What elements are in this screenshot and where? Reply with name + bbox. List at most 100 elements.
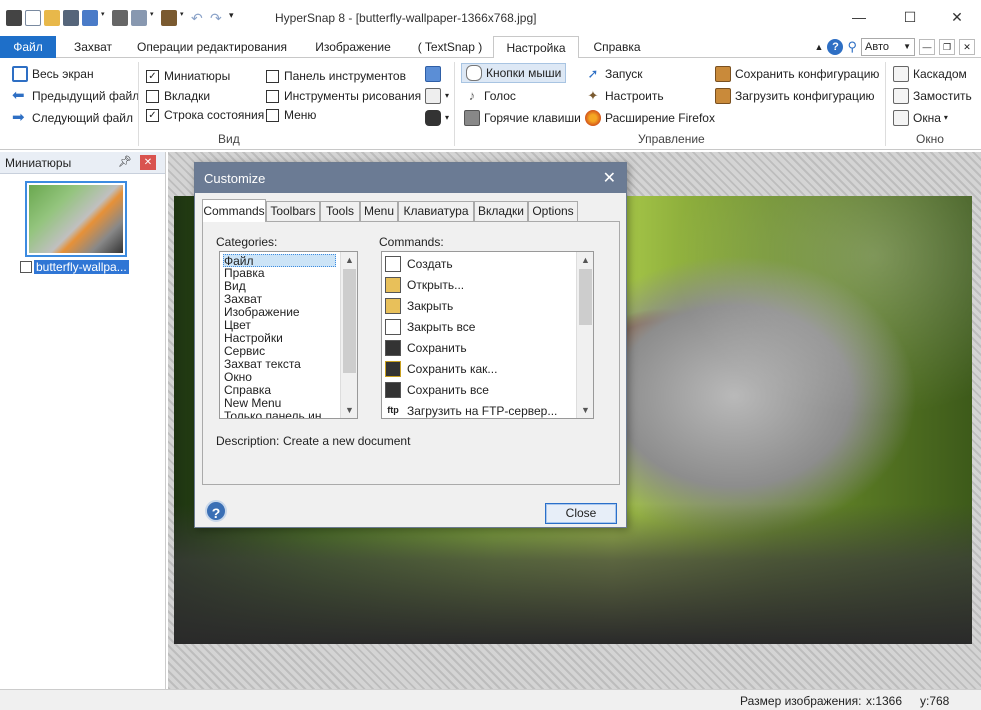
group-label-manage: Управление bbox=[638, 132, 705, 146]
view-check-statusbar[interactable]: ✓ Строка состояния bbox=[146, 105, 264, 125]
app-camera-icon[interactable] bbox=[6, 10, 22, 26]
commands-list[interactable]: Создать Открыть... Закрыть Закрыть все С… bbox=[381, 251, 594, 419]
tabs-right-tools: ▲ ? ⚲ Авто ▼ — ❐ ✕ bbox=[815, 38, 975, 56]
commands-scrollbar[interactable]: ▲ ▼ bbox=[576, 252, 593, 418]
tab-textsnap[interactable]: ( TextSnap ) bbox=[408, 36, 492, 58]
command-item[interactable]: Сохранить bbox=[385, 337, 467, 358]
thumbnail-checkbox[interactable] bbox=[20, 261, 32, 273]
minimize-button[interactable]: — bbox=[844, 6, 874, 28]
collapse-ribbon-icon[interactable]: ▲ bbox=[815, 42, 824, 52]
clipboard-icon[interactable] bbox=[161, 10, 177, 26]
view-layout-button[interactable]: ▾ bbox=[425, 86, 449, 106]
view-check-drawing-tools[interactable]: Инструменты рисования bbox=[266, 86, 421, 106]
customize-button[interactable]: ✦ Настроить bbox=[585, 86, 664, 106]
new-icon[interactable] bbox=[25, 10, 41, 26]
mdi-close-button[interactable]: ✕ bbox=[959, 39, 975, 55]
view-check-toolbar[interactable]: Панель инструментов bbox=[266, 66, 406, 86]
tab-edit[interactable]: Операции редактирования bbox=[128, 36, 296, 58]
dropdown-icon[interactable]: ▾ bbox=[180, 10, 188, 26]
save-as-icon bbox=[385, 360, 401, 377]
command-label: Сохранить все bbox=[407, 382, 489, 397]
pin-icon[interactable]: 📌︎ bbox=[118, 155, 132, 168]
dropdown-icon[interactable]: ▾ bbox=[101, 10, 109, 26]
command-item[interactable]: Создать bbox=[385, 253, 453, 274]
image-width: x:1366 bbox=[866, 694, 903, 708]
voice-button[interactable]: ♪ Голос bbox=[464, 86, 516, 106]
dropdown-icon: ▾ bbox=[943, 113, 948, 122]
open-icon[interactable] bbox=[44, 10, 60, 26]
view-check-tabs[interactable]: Вкладки bbox=[146, 86, 210, 106]
command-item[interactable]: Сохранить все bbox=[385, 379, 489, 400]
command-item[interactable]: Закрыть все bbox=[385, 316, 475, 337]
maximize-button[interactable]: ☐ bbox=[895, 6, 925, 28]
tab-options[interactable]: Options bbox=[528, 201, 578, 222]
dialog-close-icon[interactable]: ✕ bbox=[603, 168, 616, 188]
view-check-thumbnails[interactable]: ✓ Миниатюры bbox=[146, 66, 230, 86]
command-item[interactable]: Сохранить как... bbox=[385, 358, 497, 379]
full-screen-button[interactable]: Весь экран bbox=[12, 64, 94, 84]
prev-file-label: Предыдущий файл bbox=[32, 89, 140, 103]
view-camera-button[interactable]: ▾ bbox=[425, 108, 449, 128]
help-icon[interactable]: ? bbox=[827, 39, 844, 55]
tab-file[interactable]: Файл bbox=[0, 36, 56, 58]
categories-scrollbar[interactable]: ▲ ▼ bbox=[340, 252, 357, 418]
redo-icon[interactable]: ↷ bbox=[210, 10, 226, 26]
view-style-button[interactable] bbox=[425, 64, 445, 84]
pane-close-button[interactable]: ✕ bbox=[140, 155, 156, 170]
mouse-buttons-button[interactable]: Кнопки мыши bbox=[461, 63, 567, 83]
tab-help[interactable]: Справка bbox=[580, 36, 654, 58]
scroll-thumb[interactable] bbox=[579, 269, 592, 325]
command-item[interactable]: Закрыть bbox=[385, 295, 453, 316]
list-item[interactable]: Только панель ин bbox=[224, 410, 321, 419]
view-check-menu[interactable]: Меню bbox=[266, 105, 316, 125]
scroll-down-icon[interactable]: ▼ bbox=[577, 402, 593, 418]
customize-dialog: Customize ✕ Commands Toolbars Tools Menu… bbox=[194, 162, 627, 528]
scroll-down-icon[interactable]: ▼ bbox=[341, 402, 357, 418]
tab-toolbars[interactable]: Toolbars bbox=[266, 201, 320, 222]
thumbnail-item[interactable] bbox=[25, 181, 127, 257]
customize-qat-icon[interactable]: ▾ bbox=[229, 10, 237, 26]
save-icon[interactable] bbox=[63, 10, 79, 26]
hotkeys-button[interactable]: Горячие клавиши bbox=[464, 108, 581, 128]
dialog-help-button[interactable]: ? bbox=[205, 500, 227, 522]
tile-button[interactable]: Замостить bbox=[893, 86, 972, 106]
print-icon[interactable] bbox=[112, 10, 128, 26]
tab-image[interactable]: Изображение bbox=[298, 36, 408, 58]
tab-settings[interactable]: Настройка bbox=[493, 36, 579, 59]
group-label-view: Вид bbox=[218, 132, 240, 146]
cascade-button[interactable]: Каскадом bbox=[893, 64, 967, 84]
tab-tools[interactable]: Tools bbox=[320, 201, 360, 222]
upload-icon[interactable] bbox=[82, 10, 98, 26]
scroll-up-icon[interactable]: ▲ bbox=[577, 252, 593, 268]
windows-button[interactable]: Окна ▾ bbox=[893, 108, 948, 128]
save-config-button[interactable]: Сохранить конфигурацию bbox=[715, 64, 879, 84]
close-button[interactable]: Close bbox=[545, 503, 617, 524]
mdi-restore-button[interactable]: ❐ bbox=[939, 39, 955, 55]
command-item[interactable]: ftp Загрузить на FTP-сервер... bbox=[385, 400, 557, 418]
checkbox-icon bbox=[266, 69, 279, 83]
categories-list[interactable]: Файл Правка Вид Захват Изображение Цвет … bbox=[219, 251, 358, 419]
tab-keyboard[interactable]: Клавиатура bbox=[398, 201, 474, 222]
prev-file-button[interactable]: ⬅ Предыдущий файл bbox=[12, 86, 139, 106]
tab-menu[interactable]: Menu bbox=[360, 201, 398, 222]
scroll-thumb[interactable] bbox=[343, 269, 356, 373]
tab-capture[interactable]: Захват bbox=[58, 36, 128, 58]
undo-icon[interactable]: ↶ bbox=[191, 10, 207, 26]
search-icon[interactable]: ⚲ bbox=[847, 39, 857, 55]
firefox-extension-button[interactable]: Расширение Firefox bbox=[585, 108, 715, 128]
dropdown-icon[interactable]: ▾ bbox=[150, 10, 158, 26]
command-item[interactable]: Открыть... bbox=[385, 274, 464, 295]
tab-ribbon-tabs[interactable]: Вкладки bbox=[474, 201, 528, 222]
load-config-button[interactable]: Загрузить конфигурацию bbox=[715, 86, 875, 106]
tab-commands[interactable]: Commands bbox=[202, 199, 266, 222]
group-label-window: Окно bbox=[916, 132, 944, 146]
commands-panel: Categories: Файл Правка Вид Захват Изобр… bbox=[202, 221, 620, 485]
thumbnail-label[interactable]: butterfly-wallpa... bbox=[34, 260, 129, 274]
launch-button[interactable]: ➚ Запуск bbox=[585, 64, 643, 84]
mdi-minimize-button[interactable]: — bbox=[919, 39, 935, 55]
close-window-button[interactable]: ✕ bbox=[942, 6, 972, 28]
scroll-up-icon[interactable]: ▲ bbox=[341, 252, 357, 268]
zoom-combo[interactable]: Авто ▼ bbox=[861, 38, 915, 56]
next-file-button[interactable]: ➡ Следующий файл bbox=[12, 108, 133, 128]
copy-icon[interactable] bbox=[131, 10, 147, 26]
